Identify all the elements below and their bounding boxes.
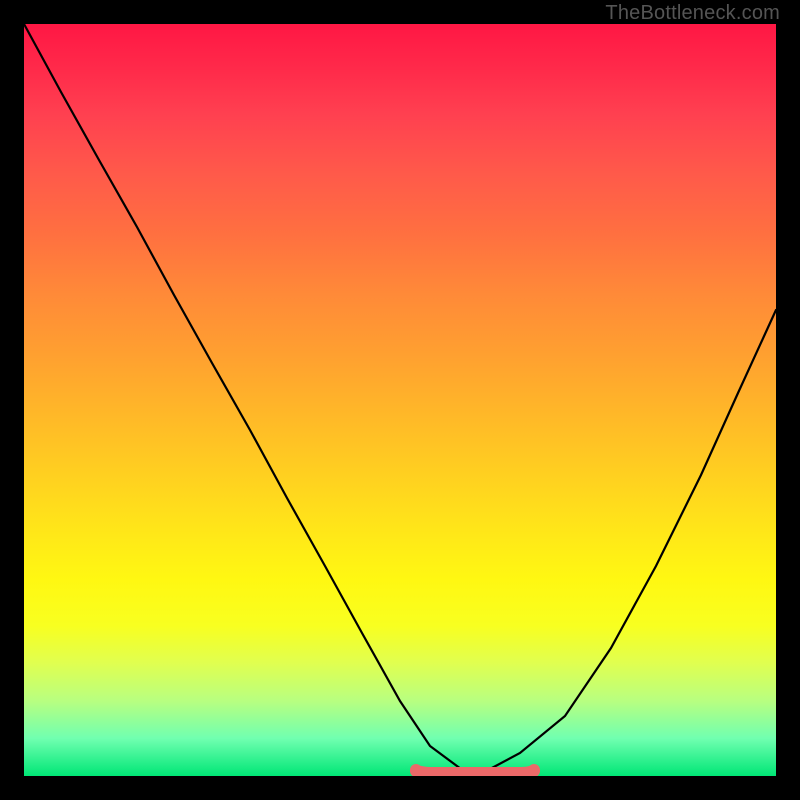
figure-frame: TheBottleneck.com — [0, 0, 800, 800]
watermark-text: TheBottleneck.com — [605, 2, 780, 25]
plot-background-gradient — [24, 24, 776, 776]
